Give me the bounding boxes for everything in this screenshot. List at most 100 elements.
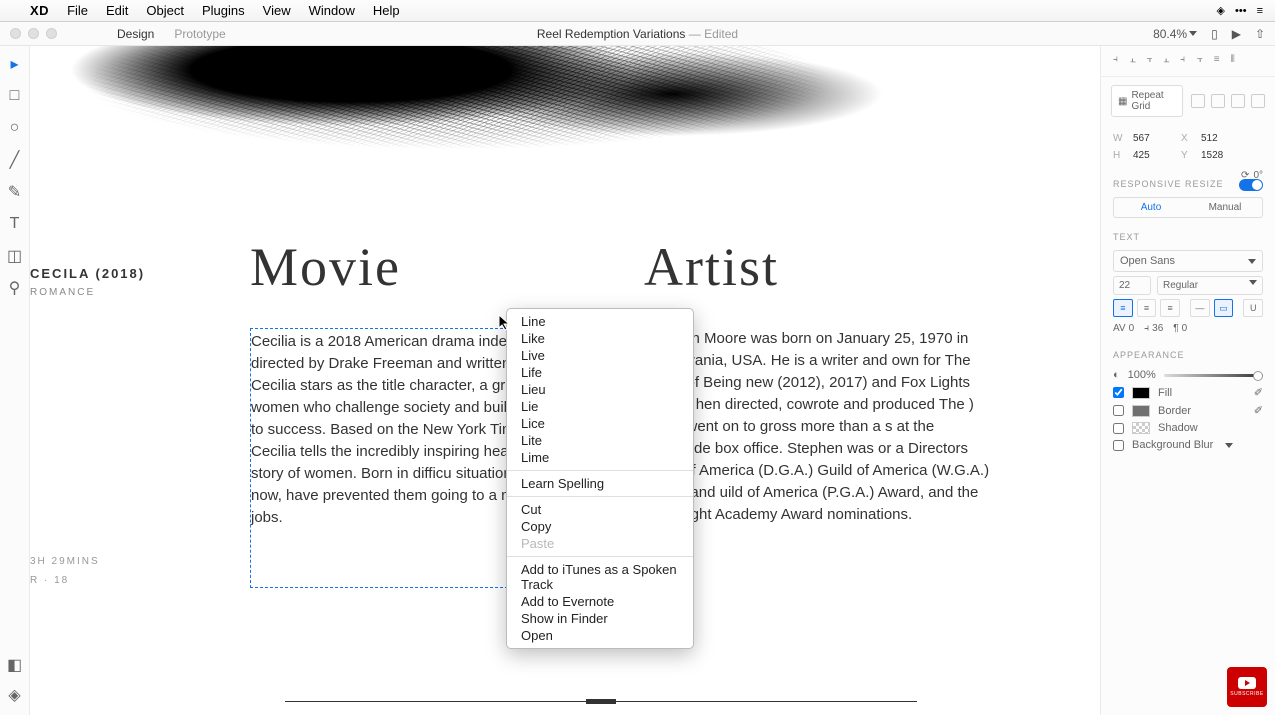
- suggest-lime[interactable]: Lime: [507, 449, 693, 466]
- artboard-tool-icon[interactable]: ◫: [7, 248, 23, 264]
- menu-plugins[interactable]: Plugins: [202, 3, 245, 18]
- select-tool-icon[interactable]: ▸: [7, 56, 23, 72]
- align-bottom-icon[interactable]: ⫟: [1197, 54, 1211, 68]
- align-text-center-icon[interactable]: ≡: [1137, 299, 1157, 317]
- distribute-v-icon[interactable]: ⦀: [1230, 54, 1244, 68]
- window-controls[interactable]: [10, 28, 57, 39]
- assets-icon[interactable]: ◧: [7, 657, 23, 673]
- transform-section: W X H Y: [1101, 125, 1275, 169]
- subscribe-badge[interactable]: SUBSCRIBE: [1227, 667, 1267, 707]
- border-swatch[interactable]: [1132, 405, 1150, 417]
- repeat-grid-button[interactable]: ▦Repeat Grid: [1111, 85, 1183, 117]
- add-itunes[interactable]: Add to iTunes as a Spoken Track: [507, 561, 693, 593]
- align-hcenter-icon[interactable]: ⫠: [1130, 54, 1144, 68]
- eyedropper-icon[interactable]: ✐: [1254, 404, 1263, 417]
- align-top-icon[interactable]: ⫠: [1163, 54, 1177, 68]
- zoom-level[interactable]: 80.4%: [1153, 27, 1197, 41]
- border-checkbox[interactable]: [1113, 405, 1124, 416]
- paste: Paste: [507, 535, 693, 552]
- height-input[interactable]: [1133, 150, 1173, 161]
- bool-intersect-icon[interactable]: [1231, 94, 1245, 108]
- artist-text-frame[interactable]: Stephen Moore was born on January 25, 19…: [644, 328, 992, 526]
- fill-checkbox[interactable]: [1113, 387, 1124, 398]
- shadow-swatch[interactable]: [1132, 422, 1150, 434]
- width-input[interactable]: [1133, 133, 1173, 144]
- add-evernote[interactable]: Add to Evernote: [507, 593, 693, 610]
- device-preview-icon[interactable]: ▯: [1211, 27, 1218, 41]
- area-text-icon[interactable]: ▭: [1214, 299, 1234, 317]
- line-spacing[interactable]: ⫞ 36: [1144, 323, 1163, 334]
- ellipse-tool-icon[interactable]: ○: [7, 120, 23, 136]
- zoom-tool-icon[interactable]: ⚲: [7, 280, 23, 296]
- menu-help[interactable]: Help: [373, 3, 400, 18]
- resize-mode[interactable]: AutoManual: [1113, 197, 1263, 218]
- fill-swatch[interactable]: [1132, 387, 1150, 399]
- align-left-icon[interactable]: ⫞: [1113, 54, 1127, 68]
- shield-icon[interactable]: ◈: [1217, 4, 1225, 17]
- suggest-lieu[interactable]: Lieu: [507, 381, 693, 398]
- mac-menubar: XD File Edit Object Plugins View Window …: [0, 0, 1275, 22]
- grid-icon: ▦: [1118, 96, 1127, 107]
- char-spacing[interactable]: AV 0: [1113, 323, 1134, 334]
- y-input[interactable]: [1201, 150, 1241, 161]
- heading-movie: Movie: [250, 236, 401, 298]
- side-title-block: CECILA (2018) ROMANCE: [30, 266, 145, 298]
- mode-design[interactable]: Design: [117, 27, 154, 41]
- bool-exclude-icon[interactable]: [1251, 94, 1265, 108]
- responsive-toggle[interactable]: [1239, 179, 1263, 191]
- para-spacing[interactable]: ¶ 0: [1173, 323, 1187, 334]
- bool-subtract-icon[interactable]: [1211, 94, 1225, 108]
- font-family[interactable]: Open Sans: [1113, 250, 1263, 272]
- menu-view[interactable]: View: [263, 3, 291, 18]
- brush-artwork: [30, 46, 1100, 166]
- menu-window[interactable]: Window: [309, 3, 355, 18]
- eyedropper-icon[interactable]: ✐: [1254, 386, 1263, 399]
- align-text-left-icon[interactable]: ≡: [1113, 299, 1133, 317]
- app-name[interactable]: XD: [30, 3, 49, 18]
- side-meta: 3H 29MINS R · 18: [30, 556, 100, 594]
- font-size[interactable]: 22: [1113, 276, 1151, 295]
- more-icon[interactable]: •••: [1235, 5, 1247, 17]
- opacity-row[interactable]: ◐ 100%: [1113, 369, 1263, 381]
- youtube-icon: [1238, 677, 1256, 689]
- suggest-life[interactable]: Life: [507, 364, 693, 381]
- menu-extra-icon[interactable]: ≡: [1257, 5, 1263, 17]
- suggest-line[interactable]: Line: [507, 313, 693, 330]
- copy[interactable]: Copy: [507, 518, 693, 535]
- learn-spelling[interactable]: Learn Spelling: [507, 475, 693, 492]
- show-finder[interactable]: Show in Finder: [507, 610, 693, 627]
- underline-icon[interactable]: U: [1243, 299, 1263, 317]
- align-text-right-icon[interactable]: ≡: [1160, 299, 1180, 317]
- open[interactable]: Open: [507, 627, 693, 644]
- font-weight[interactable]: Regular: [1157, 276, 1263, 295]
- suggest-lice[interactable]: Lice: [507, 415, 693, 432]
- play-icon[interactable]: ▶: [1232, 27, 1241, 41]
- point-text-icon[interactable]: —: [1190, 299, 1210, 317]
- inspector-panel: ⫞ ⫠ ⫟ ⫠ ⫞ ⫟ ≡ ⦀ ▦Repeat Grid W X H Y ⟳0°…: [1100, 46, 1275, 715]
- bool-add-icon[interactable]: [1191, 94, 1205, 108]
- text-tool-icon[interactable]: T: [7, 216, 23, 232]
- line-tool-icon[interactable]: ╱: [7, 152, 23, 168]
- distribute-h-icon[interactable]: ≡: [1214, 54, 1228, 68]
- pen-tool-icon[interactable]: ✎: [7, 184, 23, 200]
- shadow-checkbox[interactable]: [1113, 423, 1124, 434]
- rectangle-tool-icon[interactable]: □: [7, 88, 23, 104]
- suggest-like[interactable]: Like: [507, 330, 693, 347]
- suggest-lie[interactable]: Lie: [507, 398, 693, 415]
- opacity-slider[interactable]: [1164, 374, 1263, 377]
- menu-object[interactable]: Object: [146, 3, 184, 18]
- share-icon[interactable]: ⇧: [1255, 27, 1265, 41]
- document-title: Reel Redemption Variations — Edited: [537, 27, 738, 41]
- menu-file[interactable]: File: [67, 3, 88, 18]
- x-input[interactable]: [1201, 133, 1241, 144]
- blur-checkbox[interactable]: [1113, 440, 1124, 451]
- suggest-live[interactable]: Live: [507, 347, 693, 364]
- align-right-icon[interactable]: ⫟: [1147, 54, 1161, 68]
- mode-prototype[interactable]: Prototype: [174, 27, 225, 41]
- menu-edit[interactable]: Edit: [106, 3, 128, 18]
- align-vcenter-icon[interactable]: ⫞: [1180, 54, 1194, 68]
- suggest-lite[interactable]: Lite: [507, 432, 693, 449]
- text-label: TEXT: [1101, 222, 1275, 246]
- layers-icon[interactable]: ◈: [7, 687, 23, 703]
- cut[interactable]: Cut: [507, 501, 693, 518]
